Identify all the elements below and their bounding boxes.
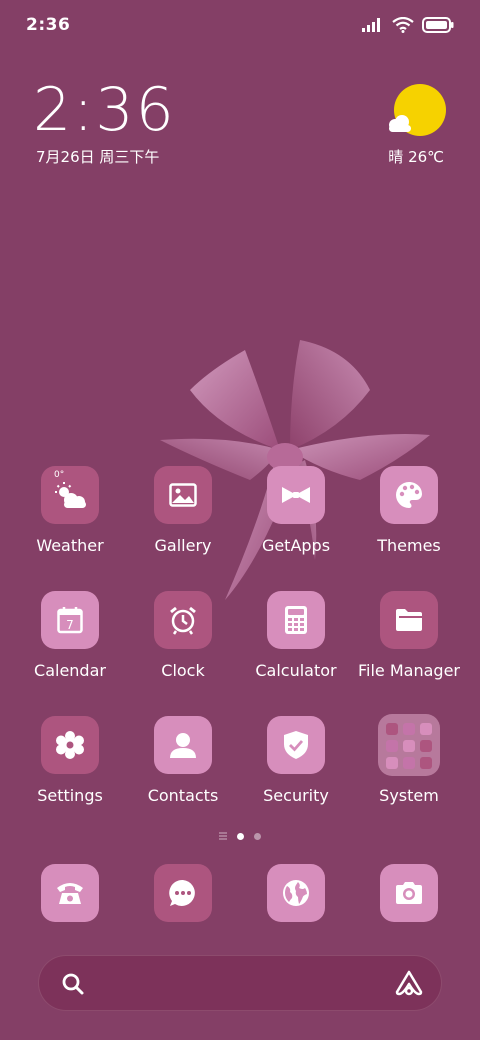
app-calendar[interactable]: 7 Calendar — [14, 591, 126, 680]
wifi-icon — [392, 17, 414, 33]
status-bar: 2:36 — [0, 0, 480, 50]
weather-badge: 0° — [54, 470, 65, 480]
app-security[interactable]: Security — [240, 716, 352, 805]
app-gallery[interactable]: Gallery — [127, 466, 239, 555]
contact-icon — [154, 716, 212, 774]
app-contacts[interactable]: Contacts — [127, 716, 239, 805]
page-indicator[interactable] — [0, 830, 480, 842]
app-label: Calculator — [255, 661, 337, 680]
app-label: Themes — [377, 536, 441, 555]
alarm-clock-icon — [154, 591, 212, 649]
gallery-icon — [154, 466, 212, 524]
folder-grid-icon — [378, 714, 440, 776]
app-weather[interactable]: 0° Weather — [14, 466, 126, 555]
app-file-manager[interactable]: File Manager — [353, 591, 465, 680]
app-label: GetApps — [261, 536, 331, 555]
app-label: File Manager — [358, 661, 460, 680]
calculator-icon — [267, 591, 325, 649]
app-system-folder[interactable]: System — [353, 714, 465, 805]
app-themes[interactable]: Themes — [353, 466, 465, 555]
dock-browser[interactable] — [240, 864, 352, 922]
camera-icon — [380, 864, 438, 922]
getapps-icon — [267, 466, 325, 524]
page-dot-active — [237, 832, 244, 840]
globe-icon — [267, 864, 325, 922]
app-label: System — [379, 786, 439, 805]
app-clock[interactable]: Clock — [127, 591, 239, 680]
palette-icon — [380, 466, 438, 524]
search-bar[interactable] — [38, 955, 442, 1011]
page-dot — [254, 832, 261, 840]
app-label: Contacts — [147, 786, 219, 805]
app-label: Settings — [37, 786, 103, 805]
calendar-day: 7 — [66, 618, 74, 632]
app-settings[interactable]: Settings — [14, 716, 126, 805]
assistant-icon[interactable] — [395, 970, 423, 996]
signal-icon — [362, 18, 380, 32]
dock-messages[interactable] — [127, 864, 239, 922]
cloud-icon — [389, 115, 411, 132]
app-label: Clock — [161, 661, 205, 680]
app-label: Gallery — [154, 536, 212, 555]
calendar-icon: 7 — [41, 591, 99, 649]
weather-icon: 0° — [41, 466, 99, 524]
app-label: Weather — [36, 536, 104, 555]
app-getapps[interactable]: GetApps — [240, 466, 352, 555]
app-calculator[interactable]: Calculator — [240, 591, 352, 680]
clock-widget-time[interactable]: 2:36 — [33, 78, 176, 142]
search-icon — [62, 973, 84, 995]
phone-icon — [41, 864, 99, 922]
battery-icon — [422, 17, 454, 33]
status-time: 2:36 — [26, 15, 71, 35]
message-icon — [154, 864, 212, 922]
shield-icon — [267, 716, 325, 774]
dock-camera[interactable] — [353, 864, 465, 922]
app-label: Security — [263, 786, 329, 805]
dock-phone[interactable] — [14, 864, 126, 922]
weather-widget-text: 晴 26℃ — [388, 148, 444, 166]
menu-lines-icon — [219, 832, 227, 840]
status-icons — [362, 15, 454, 35]
settings-icon — [41, 716, 99, 774]
folder-icon — [380, 591, 438, 649]
app-label: Calendar — [34, 661, 106, 680]
clock-widget-date: 7月26日 周三下午 — [36, 148, 160, 166]
